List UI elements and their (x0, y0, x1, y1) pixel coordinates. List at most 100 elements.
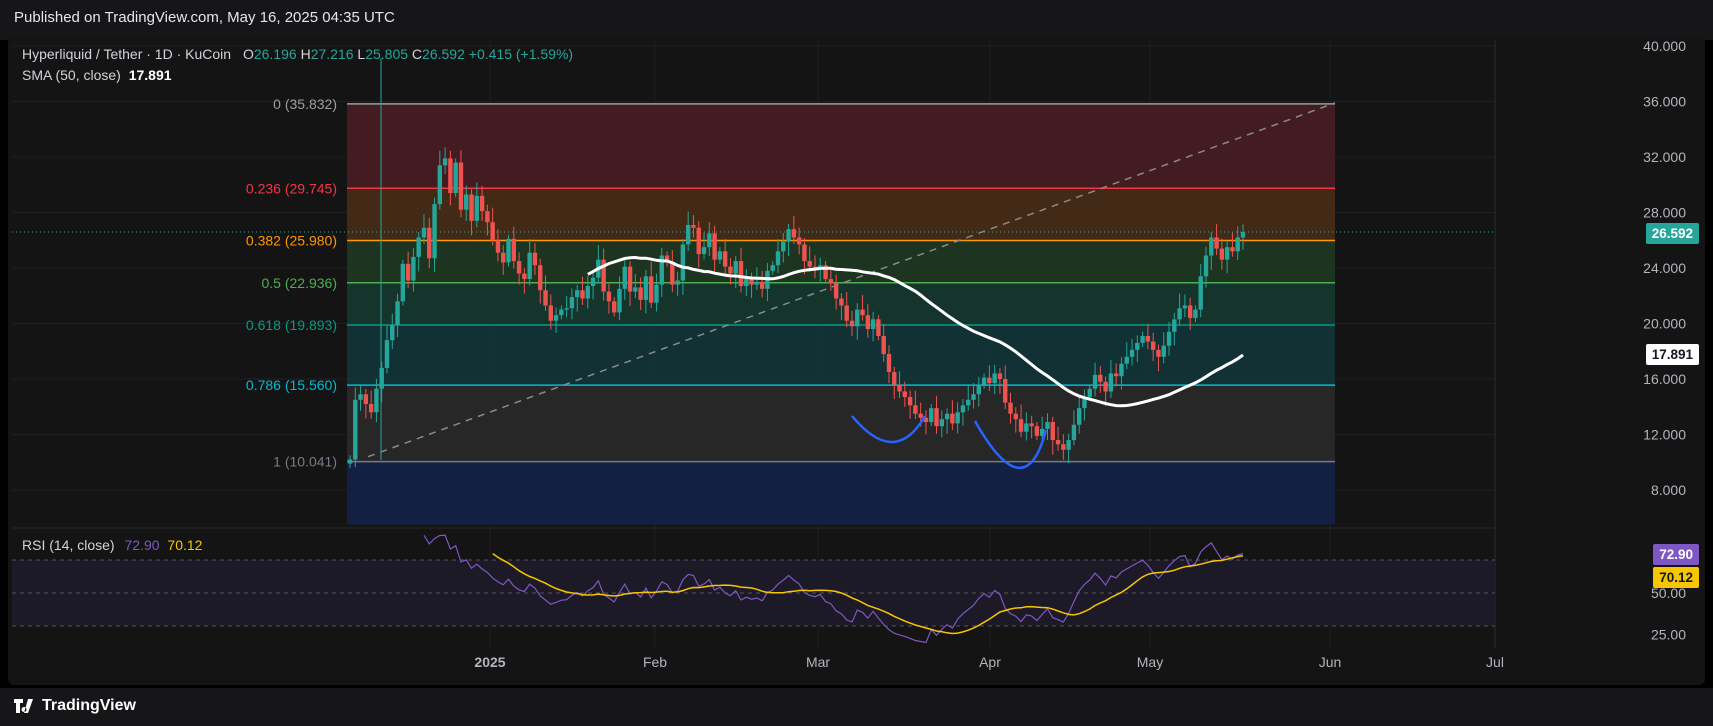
candle-body (643, 276, 649, 300)
candle-body (654, 284, 659, 303)
candle-body (881, 335, 886, 355)
rsi-ma-price-tag: 70.12 (1653, 567, 1699, 588)
candle-body (733, 261, 738, 274)
sma-label[interactable]: SMA (50, close) (22, 67, 121, 83)
price-change: +0.415 (+1.59%) (468, 46, 574, 62)
fib-level-label: 1 (10.041) (273, 454, 337, 470)
tradingview-brand[interactable]: TradingView (14, 697, 136, 715)
candle-body (759, 281, 765, 289)
rsi-label[interactable]: RSI (14, close) (22, 537, 115, 553)
candle-body (395, 301, 400, 325)
candle-body (580, 290, 585, 299)
candle-body (696, 227, 701, 255)
candle-body (1045, 422, 1050, 429)
fib-zone (347, 103, 1335, 189)
candle-body (1029, 423, 1034, 427)
candle-body (374, 388, 379, 413)
candle-body (559, 309, 564, 316)
candle-body (416, 237, 421, 257)
candle-body (855, 309, 860, 327)
bottom-bar: TradingView (0, 688, 1713, 726)
time-tick-label: May (1137, 654, 1163, 670)
candle-body (516, 261, 522, 274)
candle-body (1156, 349, 1161, 357)
candle-body (738, 261, 744, 287)
candle-body (543, 290, 548, 306)
symbol-title[interactable]: Hyperliquid / Tether · 1D · KuCoin (22, 46, 231, 62)
price-tick-label: 8.000 (1651, 482, 1686, 498)
candle-body (1061, 444, 1066, 450)
tradingview-logo-icon (14, 699, 33, 713)
candle-body (569, 297, 575, 309)
candle-body (918, 413, 923, 418)
candle-body (1140, 335, 1145, 343)
rsi-tick-label: 25.00 (1651, 626, 1686, 642)
price-tick-label: 16.000 (1643, 371, 1686, 387)
fib-level-label: 0.618 (19.893) (246, 317, 337, 333)
candle-body (527, 252, 532, 280)
price-tick-label: 12.000 (1643, 427, 1686, 443)
candle-body (849, 320, 855, 327)
candle-body (421, 227, 427, 238)
candle-body (722, 251, 728, 267)
candle-body (1008, 402, 1013, 414)
candle-body (437, 165, 443, 205)
candle-body (1108, 373, 1114, 392)
candle-body (1034, 426, 1040, 436)
candle-body (828, 279, 834, 284)
candle-body (981, 377, 987, 385)
candle-body (633, 287, 638, 292)
candle-body (1018, 419, 1024, 432)
candle-body (1203, 255, 1209, 277)
candle-body (1198, 276, 1203, 310)
candle-body (770, 265, 775, 271)
fib-level-label: 0.382 (25.980) (246, 233, 337, 249)
ohlc-low-value: 25.805 (365, 46, 409, 62)
candle-body (1145, 335, 1151, 342)
time-tick-label: Apr (979, 654, 1001, 670)
candle-body (934, 408, 939, 427)
candle-body (876, 319, 881, 336)
candle-body (976, 384, 981, 395)
candle-body (1235, 237, 1240, 252)
candle-body (1071, 424, 1077, 441)
candle-body (870, 319, 876, 330)
candle-body (1224, 247, 1230, 260)
candle-body (506, 238, 511, 263)
candle-body (1166, 331, 1172, 346)
time-tick-label: Mar (806, 654, 830, 670)
candle-body (617, 288, 622, 313)
price-tick-label: 24.000 (1643, 260, 1686, 276)
candle-body (860, 309, 865, 316)
rsi-ma-value: 70.12 (167, 537, 203, 553)
chart-canvas[interactable]: 40.000 36.000 32.000 28.000 24.000 20.000 16.0… (0, 0, 1713, 726)
candle-body (1129, 349, 1135, 357)
candle-body (833, 283, 839, 299)
candle-body (839, 298, 844, 306)
chart-legend: Hyperliquid / Tether · 1D · KuCoin O26.1… (22, 44, 573, 86)
candle-body (680, 244, 686, 281)
candle-body (791, 229, 797, 238)
candle-body (685, 224, 691, 245)
candle-body (627, 266, 633, 292)
candle-body (1172, 319, 1177, 332)
candle-body (347, 459, 353, 464)
candle-body (384, 340, 390, 368)
candle-body (1150, 341, 1156, 350)
candle-body (939, 419, 945, 427)
rsi-band (12, 560, 1495, 626)
candle-body (474, 195, 480, 221)
candle-body (1003, 379, 1008, 403)
candle-body (469, 194, 474, 221)
time-tick-label: Feb (643, 654, 667, 670)
candle-body (987, 377, 992, 384)
candle-body (1066, 440, 1071, 450)
candle-body (411, 256, 416, 281)
candle-body (675, 280, 680, 285)
candle-body (638, 287, 643, 300)
candle-body (728, 266, 733, 274)
candle-body (1013, 413, 1018, 420)
candle-body (427, 227, 432, 259)
fib-level-label: 0.786 (15.560) (246, 377, 337, 393)
candle-body (802, 244, 807, 262)
